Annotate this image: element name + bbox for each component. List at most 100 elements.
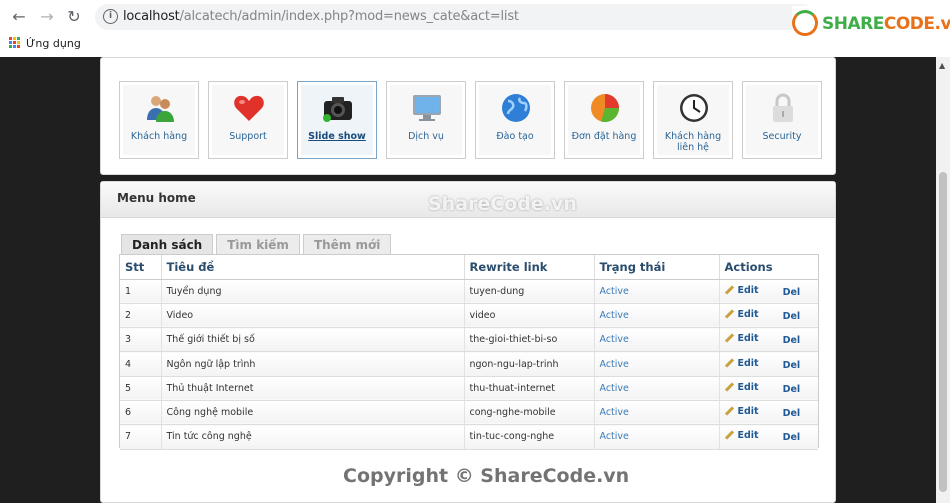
cell-title: Công nghệ mobile — [161, 400, 465, 426]
cell-title: Ngôn ngữ lập trình — [161, 351, 465, 377]
col-stt[interactable]: Stt — [120, 255, 162, 280]
cell-status[interactable]: Active — [594, 376, 720, 401]
reload-icon[interactable]: ↻ — [63, 6, 85, 28]
sharecode-logo-text: SHARECODE.vn — [822, 14, 950, 34]
page-scrollbar[interactable]: ▲ — [936, 57, 950, 503]
tile-customers-label: Khách hàng — [130, 131, 188, 142]
sharecode-logo: SHARECODE.vn — [792, 6, 950, 38]
brand-left: SHARE — [822, 14, 884, 34]
table-row: 4 Ngôn ngữ lập trình ngon-ngu-lap-trinh Act… — [120, 351, 818, 377]
edit-label: Edit — [737, 284, 759, 296]
cell-status[interactable]: Active — [594, 327, 720, 353]
back-icon[interactable]: ← — [8, 6, 30, 28]
scroll-thumb[interactable] — [939, 172, 947, 492]
edit-button[interactable]: Edit — [725, 382, 759, 393]
delete-button[interactable]: Del — [783, 311, 801, 322]
quick-menu-panel: Khách hàng Support Slide show Dịch vụ Đà… — [100, 57, 836, 175]
tile-services[interactable]: Dịch vụ — [386, 81, 466, 159]
tab-list[interactable]: Danh sách — [121, 234, 214, 255]
cell-title: Thế giới thiết bị số — [161, 327, 465, 353]
cell-rewrite-link: the-gioi-thiet-bi-so — [464, 327, 595, 353]
tile-security-label: Security — [762, 131, 802, 142]
tile-slide-show[interactable]: Slide show — [297, 81, 377, 159]
cell-rewrite-link: cong-nghe-mobile — [464, 400, 595, 426]
cell-rewrite-link: thu-thuat-internet — [464, 376, 595, 401]
col-status[interactable]: Trạng thái — [594, 255, 720, 280]
cell-status[interactable]: Active — [594, 400, 720, 426]
cell-status[interactable]: Active — [594, 351, 720, 377]
table-body: 1 Tuyển dụng tuyen-dung Active Edit Del 2 Video… — [120, 279, 818, 450]
cell-actions: Edit Del — [719, 279, 818, 304]
tile-support[interactable]: Support — [208, 81, 288, 159]
edit-label: Edit — [737, 333, 759, 345]
cell-rewrite-link: tuyen-dung — [464, 279, 595, 304]
edit-label: Edit — [737, 406, 759, 418]
cell-actions: Edit Del — [719, 400, 818, 426]
edit-button[interactable]: Edit — [725, 358, 759, 369]
customers-icon — [147, 96, 174, 122]
cell-status[interactable]: Active — [594, 279, 720, 304]
cell-rewrite-link: tin-tuc-cong-nghe — [464, 424, 595, 450]
edit-button[interactable]: Edit — [725, 430, 759, 441]
info-icon[interactable]: i — [103, 9, 118, 24]
tile-customer-contact[interactable]: Khách hàng liên hệ — [653, 81, 733, 159]
tab-add-new[interactable]: Thêm mới — [302, 234, 392, 255]
tile-customer-contact-label: Khách hàng liên hệ — [664, 131, 722, 153]
address-text[interactable]: localhost/alcatech/admin/index.php?mod=n… — [123, 9, 519, 24]
edit-button[interactable]: Edit — [725, 333, 759, 344]
apps-label[interactable]: Ứng dụng — [26, 37, 81, 50]
table-row: 3 Thế giới thiết bị số the-gioi-thiet-bi-s… — [120, 327, 818, 353]
col-actions: Actions — [719, 255, 818, 280]
scroll-up-icon[interactable]: ▲ — [939, 61, 945, 70]
table-row: 6 Công nghệ mobile cong-nghe-mobile Active E… — [120, 400, 818, 426]
col-rewrite-link[interactable]: Rewrite link — [464, 255, 595, 280]
forward-icon[interactable]: → — [36, 6, 58, 28]
col-title[interactable]: Tiêu đề — [161, 255, 465, 280]
delete-button[interactable]: Del — [783, 432, 801, 443]
delete-button[interactable]: Del — [783, 287, 801, 298]
camera-icon — [323, 97, 352, 122]
cell-status[interactable]: Active — [594, 424, 720, 450]
pencil-icon — [725, 286, 734, 295]
tile-security[interactable]: Security — [742, 81, 822, 159]
cell-actions: Edit Del — [719, 376, 818, 401]
table-row: 1 Tuyển dụng tuyen-dung Active Edit Del — [120, 279, 818, 304]
tile-customers[interactable]: Khách hàng — [119, 81, 199, 159]
heart-icon — [234, 95, 264, 121]
cell-status[interactable]: Active — [594, 303, 720, 329]
table-header-row: Stt Tiêu đề Rewrite link Trạng thái Acti… — [120, 255, 818, 280]
delete-button[interactable]: Del — [783, 408, 801, 419]
cell-actions: Edit Del — [719, 424, 818, 450]
tile-support-label: Support — [229, 131, 267, 142]
tile-services-label: Dịch vụ — [408, 131, 444, 142]
edit-label: Edit — [737, 381, 759, 393]
edit-button[interactable]: Edit — [725, 309, 759, 320]
tab-search[interactable]: Tìm kiếm — [216, 234, 300, 255]
tile-slide-show-label: Slide show — [308, 131, 366, 142]
edit-button[interactable]: Edit — [725, 406, 759, 417]
delete-button[interactable]: Del — [783, 360, 801, 371]
pencil-icon — [725, 310, 734, 319]
pencil-icon — [725, 359, 734, 368]
edit-button[interactable]: Edit — [725, 285, 759, 296]
lock-icon — [773, 93, 793, 122]
tile-training[interactable]: Đào tạo — [475, 81, 555, 159]
category-table: Stt Tiêu đề Rewrite link Trạng thái Acti… — [119, 254, 819, 450]
pencil-icon — [725, 334, 734, 343]
tile-orders[interactable]: Đơn đặt hàng — [564, 81, 644, 159]
delete-button[interactable]: Del — [783, 384, 801, 395]
cell-stt: 7 — [120, 424, 162, 450]
cell-actions: Edit Del — [719, 327, 818, 353]
cell-stt: 1 — [120, 279, 162, 304]
tab-bar: Danh sách Tìm kiếm Thêm mới — [121, 234, 392, 255]
panel-title: Menu home — [117, 191, 196, 205]
pencil-icon — [725, 431, 734, 440]
apps-grid-icon[interactable] — [9, 37, 20, 48]
cell-title: Tuyển dụng — [161, 279, 465, 304]
cell-stt: 2 — [120, 303, 162, 329]
cell-title: Tin tức công nghệ — [161, 424, 465, 450]
sharecode-logo-icon — [792, 10, 818, 36]
delete-button[interactable]: Del — [783, 335, 801, 346]
pencil-icon — [725, 383, 734, 392]
address-bar[interactable]: i localhost/alcatech/admin/index.php?mod… — [95, 4, 815, 30]
